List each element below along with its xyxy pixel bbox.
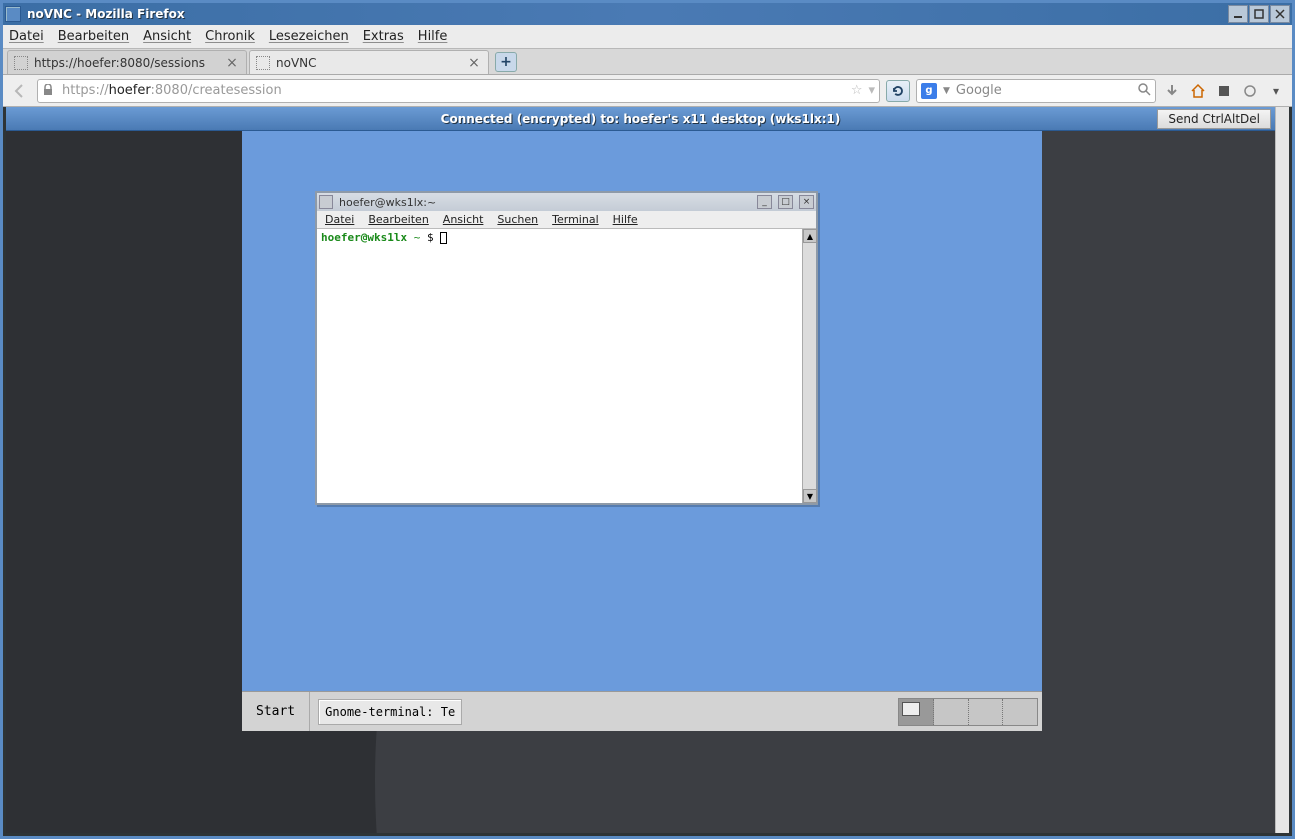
tab-label: noVNC xyxy=(276,56,460,70)
tab-sessions[interactable]: https://hoefer:8080/sessions × xyxy=(7,50,247,74)
home-icon[interactable] xyxy=(1188,81,1208,101)
dropdown-icon[interactable]: ▾ xyxy=(868,83,875,98)
minimize-button[interactable] xyxy=(1228,5,1248,23)
menu-help[interactable]: Hilfe xyxy=(418,29,448,44)
workspace-1[interactable] xyxy=(899,699,934,725)
browser-content: Connected (encrypted) to: hoefer's x11 d… xyxy=(6,107,1289,833)
novnc-status-text: Connected (encrypted) to: hoefer's x11 d… xyxy=(441,112,841,126)
search-icon[interactable] xyxy=(1137,82,1151,100)
terminal-maximize-button[interactable]: □ xyxy=(778,195,793,209)
bookmark-star-icon[interactable]: ☆ xyxy=(851,83,863,98)
window-title: noVNC - Mozilla Firefox xyxy=(27,7,1227,21)
firefox-app-icon xyxy=(5,6,21,22)
downloads-icon[interactable] xyxy=(1162,81,1182,101)
terminal-menubar: Datei Bearbeiten Ansicht Suchen Terminal… xyxy=(317,211,816,229)
url-text: https://hoefer:8080/createsession xyxy=(62,83,845,98)
workspace-pager[interactable] xyxy=(898,698,1038,726)
workspace-3[interactable] xyxy=(969,699,1004,725)
terminal-app-icon xyxy=(319,195,333,209)
terminal-scrollbar[interactable]: ▲ ▼ xyxy=(802,229,816,503)
terminal-cursor xyxy=(440,232,447,244)
terminal-body[interactable]: hoefer@wks1lx ~ $ ▲ ▼ xyxy=(317,229,816,503)
firefox-titlebar: noVNC - Mozilla Firefox xyxy=(3,3,1292,25)
menu-icon[interactable]: ▾ xyxy=(1266,81,1286,101)
terminal-window[interactable]: hoefer@wks1lx:~ _ □ × Datei Bearbeiten A… xyxy=(315,191,818,505)
terminal-titlebar[interactable]: hoefer@wks1lx:~ _ □ × xyxy=(317,193,816,211)
pager-window-icon xyxy=(902,702,920,716)
menu-tools[interactable]: Extras xyxy=(363,29,404,44)
menu-bookmarks[interactable]: Lesezeichen xyxy=(269,29,349,44)
terminal-menu-terminal[interactable]: Terminal xyxy=(552,213,599,226)
new-tab-button[interactable]: + xyxy=(495,52,517,72)
search-engine-icon[interactable]: g xyxy=(921,83,937,99)
addon-icon-2[interactable] xyxy=(1240,81,1260,101)
scroll-down-icon[interactable]: ▼ xyxy=(803,489,817,503)
maximize-button[interactable] xyxy=(1249,5,1269,23)
tab-favicon xyxy=(14,56,28,70)
search-bar[interactable]: g ▼ Google xyxy=(916,79,1156,103)
tab-close-icon[interactable]: × xyxy=(466,55,482,71)
addon-icon[interactable] xyxy=(1214,81,1234,101)
lock-icon xyxy=(42,84,56,98)
terminal-text[interactable]: hoefer@wks1lx ~ $ xyxy=(317,229,802,503)
close-button[interactable] xyxy=(1270,5,1290,23)
menu-edit[interactable]: Bearbeiten xyxy=(58,29,129,44)
remote-taskbar: Start Gnome-terminal: Te xyxy=(242,691,1042,731)
menu-history[interactable]: Chronik xyxy=(205,29,255,44)
terminal-menu-file[interactable]: Datei xyxy=(325,213,354,226)
tab-label: https://hoefer:8080/sessions xyxy=(34,56,218,70)
remote-desktop[interactable]: hoefer@wks1lx:~ _ □ × Datei Bearbeiten A… xyxy=(242,131,1042,731)
start-button[interactable]: Start xyxy=(242,692,310,731)
remote-background: hoefer@wks1lx:~ _ □ × Datei Bearbeiten A… xyxy=(6,131,1275,833)
firefox-toolbar: https://hoefer:8080/createsession ☆ ▾ g … xyxy=(3,75,1292,107)
firefox-menubar: Datei Bearbeiten Ansicht Chronik Lesezei… xyxy=(3,25,1292,49)
tab-novnc[interactable]: noVNC × xyxy=(249,50,489,74)
terminal-menu-search[interactable]: Suchen xyxy=(497,213,538,226)
terminal-title: hoefer@wks1lx:~ xyxy=(339,196,751,209)
terminal-menu-edit[interactable]: Bearbeiten xyxy=(368,213,428,226)
dropdown-icon[interactable]: ▼ xyxy=(943,86,950,96)
workspace-4[interactable] xyxy=(1003,699,1037,725)
terminal-menu-help[interactable]: Hilfe xyxy=(613,213,638,226)
tab-favicon xyxy=(256,56,270,70)
tab-close-icon[interactable]: × xyxy=(224,55,240,71)
workspace-2[interactable] xyxy=(934,699,969,725)
terminal-close-button[interactable]: × xyxy=(799,195,814,209)
firefox-tabbar: https://hoefer:8080/sessions × noVNC × + xyxy=(3,49,1292,75)
back-button[interactable] xyxy=(9,80,31,102)
terminal-minimize-button[interactable]: _ xyxy=(757,195,772,209)
send-ctrlaltdel-button[interactable]: Send CtrlAltDel xyxy=(1157,109,1271,129)
browser-scrollbar[interactable] xyxy=(1275,107,1289,833)
novnc-status-bar: Connected (encrypted) to: hoefer's x11 d… xyxy=(6,107,1275,131)
url-bar[interactable]: https://hoefer:8080/createsession ☆ ▾ xyxy=(37,79,880,103)
menu-file[interactable]: Datei xyxy=(9,29,44,44)
search-placeholder: Google xyxy=(956,83,1131,98)
terminal-menu-view[interactable]: Ansicht xyxy=(443,213,484,226)
reload-button[interactable] xyxy=(886,80,910,102)
scroll-up-icon[interactable]: ▲ xyxy=(803,229,817,243)
taskbar-item-terminal[interactable]: Gnome-terminal: Te xyxy=(318,699,462,725)
menu-view[interactable]: Ansicht xyxy=(143,29,191,44)
